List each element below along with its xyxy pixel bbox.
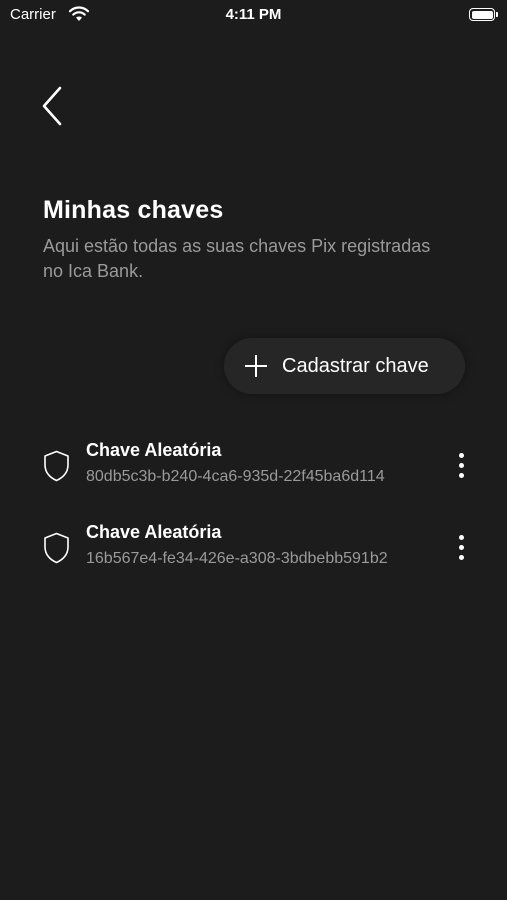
page-subtitle: Aqui estão todas as suas chaves Pix regi… <box>43 236 431 281</box>
key-list-item[interactable]: Chave Aleatória 16b567e4-fe34-426e-a308-… <box>0 512 507 594</box>
chevron-left-icon <box>42 86 62 126</box>
status-bar: Carrier 4:11 PM <box>0 0 507 32</box>
more-vertical-icon <box>459 535 464 540</box>
key-list-item[interactable]: Chave Aleatória 80db5c3b-b240-4ca6-935d-… <box>0 430 507 512</box>
more-options-button[interactable] <box>450 532 474 564</box>
shield-icon <box>44 450 69 482</box>
key-type-label: Chave Aleatória <box>86 440 222 460</box>
add-key-label: Cadastrar chave <box>282 354 429 377</box>
shield-icon <box>44 532 69 564</box>
battery-icon <box>469 8 498 21</box>
key-list: Chave Aleatória 80db5c3b-b240-4ca6-935d-… <box>0 430 507 594</box>
clock-time: 4:11 PM <box>225 6 282 23</box>
back-button[interactable] <box>34 82 74 130</box>
add-key-button[interactable]: Cadastrar chave <box>224 338 465 394</box>
key-value: 16b567e4-fe34-426e-a308-3bdbebb591b2 <box>86 550 388 567</box>
more-vertical-icon <box>459 453 464 458</box>
key-type-label: Chave Aleatória <box>86 522 222 542</box>
key-value: 80db5c3b-b240-4ca6-935d-22f45ba6d114 <box>86 468 385 485</box>
more-options-button[interactable] <box>450 450 474 482</box>
plus-icon <box>244 354 268 378</box>
page-title: Minhas chaves <box>43 196 224 224</box>
